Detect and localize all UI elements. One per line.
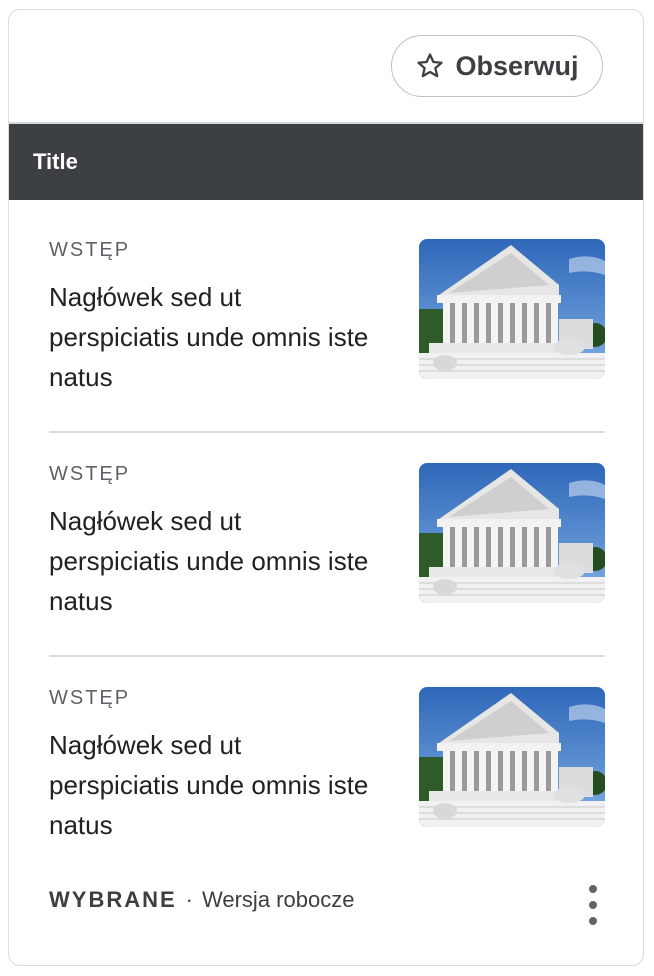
follow-button[interactable]: Obserwuj (391, 35, 603, 97)
article-thumbnail[interactable] (419, 463, 605, 603)
article-thumbnail[interactable] (419, 687, 605, 827)
more-vert-icon[interactable] (583, 885, 603, 925)
section-title: Title (33, 149, 78, 174)
footer-separator: · (185, 887, 193, 912)
news-card: Obserwuj Title WSTĘP Nagłówek sed ut per… (8, 9, 644, 966)
article-kicker: WSTĘP (49, 239, 131, 261)
article-item-3[interactable]: WSTĘP Nagłówek sed ut perspiciatis unde … (49, 687, 605, 879)
follow-label: Obserwuj (455, 50, 579, 81)
footer-status-bold: WYBRANE (49, 887, 177, 912)
card-footer: WYBRANE · Wersja robocze (49, 887, 354, 913)
article-headline[interactable]: Nagłówek sed ut perspiciatis unde omnis … (49, 725, 369, 845)
article-divider (49, 431, 605, 433)
star-outline-icon (417, 53, 444, 78)
article-item-2[interactable]: WSTĘP Nagłówek sed ut perspiciatis unde … (49, 463, 605, 655)
footer-status-text: Wersja robocze (202, 887, 355, 912)
article-headline[interactable]: Nagłówek sed ut perspiciatis unde omnis … (49, 501, 369, 621)
article-divider (49, 655, 605, 657)
article-kicker: WSTĘP (49, 687, 131, 709)
article-item-1[interactable]: WSTĘP Nagłówek sed ut perspiciatis unde … (49, 239, 605, 431)
article-thumbnail[interactable] (419, 239, 605, 379)
section-title-bar: Title (9, 124, 643, 200)
article-kicker: WSTĘP (49, 463, 131, 485)
article-headline[interactable]: Nagłówek sed ut perspiciatis unde omnis … (49, 277, 369, 397)
